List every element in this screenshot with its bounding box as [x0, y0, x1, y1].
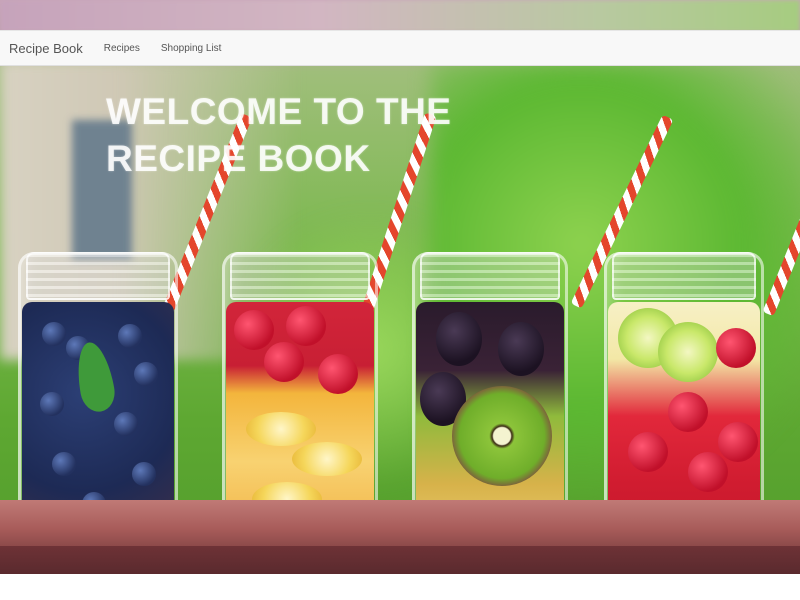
raspberry: [688, 452, 728, 492]
blueberry: [134, 362, 158, 386]
kiwi-slice: [452, 386, 552, 486]
raspberry: [286, 306, 326, 346]
jar-rim: [612, 252, 756, 300]
nav-link-shopping-list[interactable]: Shopping List: [161, 43, 222, 54]
jar-contents: [608, 302, 760, 530]
lemon-slice: [246, 412, 316, 446]
jar-rim: [230, 252, 370, 300]
blueberry: [52, 452, 76, 476]
raspberry: [628, 432, 668, 472]
navbar-brand[interactable]: Recipe Book: [9, 41, 83, 56]
jar-contents: [226, 302, 374, 530]
page: Recipe Book Recipes Shopping List WELCOM…: [0, 0, 800, 600]
hero-title: WELCOME TO THE RECIPE BOOK: [106, 91, 452, 179]
raspberry: [668, 392, 708, 432]
jar-contents: [22, 302, 174, 530]
jar-blueberry-mint: [18, 252, 178, 534]
jar-blackberry-kiwi: [412, 252, 568, 534]
raspberry: [718, 422, 758, 462]
blackberry: [436, 312, 482, 366]
raspberry: [264, 342, 304, 382]
raspberry: [234, 310, 274, 350]
jar-contents: [416, 302, 564, 530]
blueberry: [40, 392, 64, 416]
navbar-links: Recipes Shopping List: [104, 43, 222, 54]
raspberry: [716, 328, 756, 368]
blueberry: [118, 324, 142, 348]
lemon-slice: [292, 442, 362, 476]
blueberry: [114, 412, 138, 436]
wooden-shelf: [0, 500, 800, 548]
blueberry: [42, 322, 66, 346]
background-blur-top: [0, 0, 800, 32]
raspberry: [318, 354, 358, 394]
wooden-shelf-edge: [0, 546, 800, 574]
jar-lime-raspberry: [604, 252, 764, 534]
jar-rim: [26, 252, 170, 300]
jar-rim: [420, 252, 560, 300]
blackberry: [498, 322, 544, 376]
blueberry: [132, 462, 156, 486]
page-bottom: [0, 574, 800, 600]
jar-raspberry-lemon: [222, 252, 378, 534]
lime-slice: [658, 322, 718, 382]
nav-link-recipes[interactable]: Recipes: [104, 43, 140, 54]
navbar: Recipe Book Recipes Shopping List: [0, 30, 800, 66]
